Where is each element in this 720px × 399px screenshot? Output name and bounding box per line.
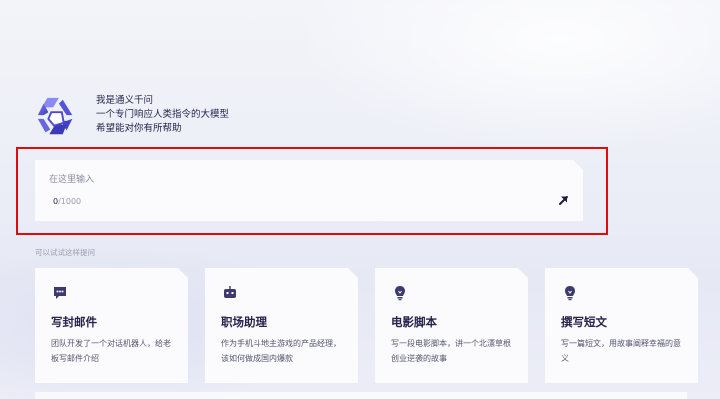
card-description: 团队开发了一个对话机器人，给老板写邮件介绍 [51, 339, 171, 363]
card-description: 作为手机斗地主游戏的产品经理，该如何做成国内爆款 [221, 339, 341, 363]
robot-icon [222, 285, 238, 301]
card-title: 撰写短文 [561, 315, 607, 329]
chat-input-box[interactable]: 在这里输入 0/1000 [35, 160, 583, 221]
suggestions-label: 可以试试这样提问 [35, 248, 95, 257]
tongyi-logo-icon [37, 97, 73, 135]
bottom-partial-row [35, 392, 687, 399]
bulb-icon [562, 285, 578, 301]
intro-line-3: 希望能对你有所帮助 [96, 123, 182, 134]
intro-line-1: 我是通义千问 [96, 95, 154, 106]
char-counter: 0/1000 [53, 197, 81, 206]
card-title: 职场助理 [221, 315, 267, 329]
suggestion-card-assistant[interactable]: 职场助理 作为手机斗地主游戏的产品经理，该如何做成国内爆款 [205, 268, 358, 383]
intro-line-2: 一个专门响应人类指令的大模型 [96, 109, 230, 120]
card-title: 电影脚本 [391, 315, 437, 329]
chat-bubble-icon [52, 285, 68, 301]
suggestion-card-screenplay[interactable]: 电影脚本 写一段电影脚本，讲一个北漂草根创业逆袭的故事 [375, 268, 528, 383]
card-description: 写一篇短文，用故事阐释幸福的意义 [561, 339, 681, 363]
suggestion-card-essay[interactable]: 撰写短文 写一篇短文，用故事阐释幸福的意义 [545, 268, 698, 383]
card-title: 写封邮件 [51, 315, 97, 329]
send-arrow-icon[interactable] [557, 194, 569, 206]
bulb-icon [392, 285, 408, 301]
card-description: 写一段电影脚本，讲一个北漂草根创业逆袭的故事 [391, 339, 511, 363]
suggestion-card-email[interactable]: 写封邮件 团队开发了一个对话机器人，给老板写邮件介绍 [35, 268, 188, 383]
intro-section: 我是通义千问 一个专门响应人类指令的大模型 希望能对你有所帮助 [34, 94, 229, 140]
char-max: /1000 [58, 197, 82, 206]
chat-input[interactable]: 在这里输入 [49, 172, 94, 185]
